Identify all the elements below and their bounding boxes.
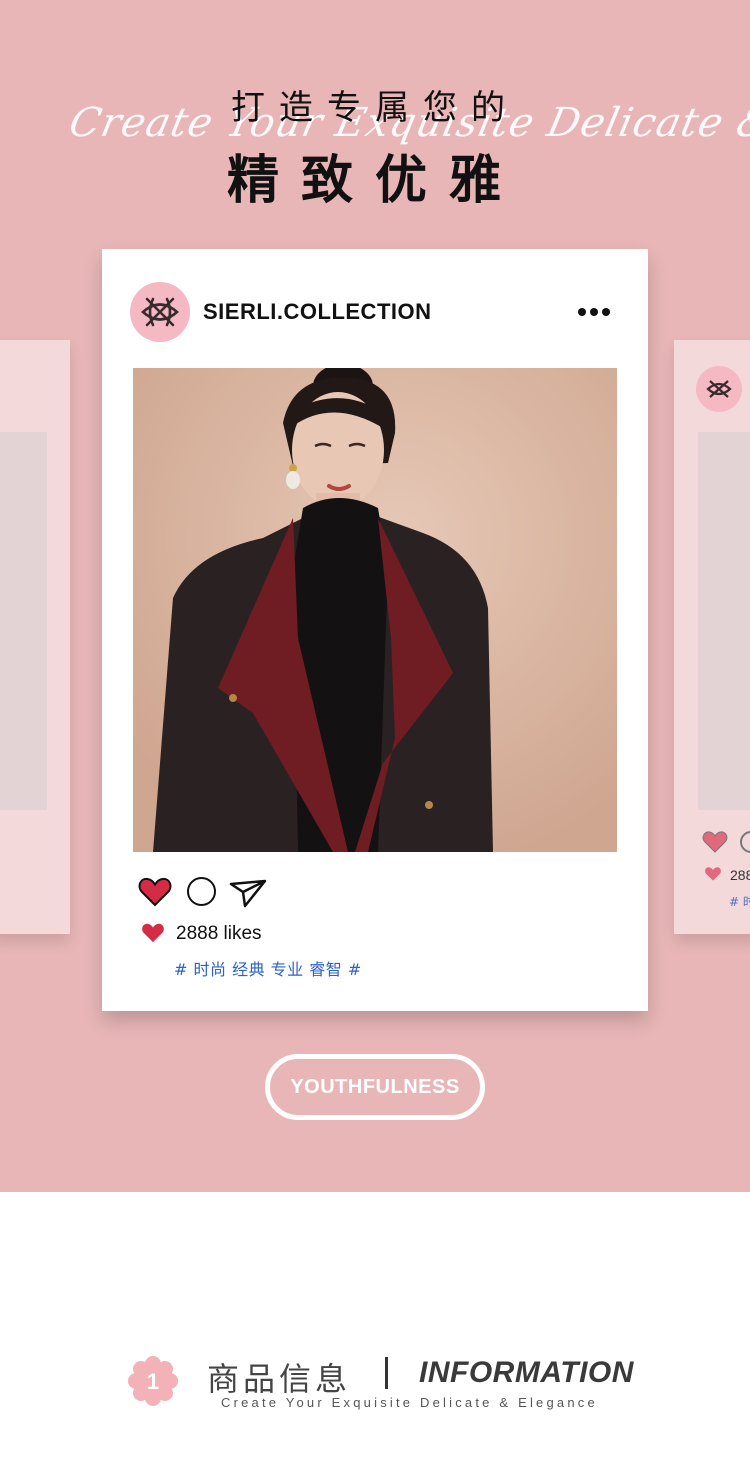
- section-number-badge: 1: [128, 1356, 178, 1406]
- side-small-heart-icon: [705, 867, 721, 881]
- section-subtitle: Create Your Exquisite Delicate & Eleganc…: [221, 1395, 598, 1410]
- side-avatar-logo-icon: [696, 366, 742, 412]
- comment-circle-icon[interactable]: [187, 877, 216, 906]
- side-card-photo: [0, 432, 47, 810]
- post-username[interactable]: SIERLI.COLLECTION: [203, 299, 432, 325]
- paper-plane-icon[interactable]: [229, 878, 267, 908]
- post-card: SIERLI.COLLECTION 2888 likes # 时尚 经典 专业 …: [102, 249, 648, 1011]
- hero-title-main: 精致优雅: [226, 151, 523, 211]
- side-heart-icon: [702, 831, 728, 853]
- side-hashtag: # 时: [729, 895, 750, 909]
- section-title-en: INFORMATION: [419, 1356, 634, 1389]
- more-dots-icon[interactable]: [574, 301, 614, 323]
- hero-section: Create Your Exquisite Delicate & Eleganc…: [0, 0, 750, 1192]
- side-comment-icon: [740, 831, 750, 853]
- side-likes-count: 288: [730, 867, 750, 883]
- post-photo[interactable]: [133, 368, 617, 852]
- section-number: 1: [147, 1369, 159, 1394]
- sierli-logo-icon[interactable]: [130, 282, 190, 342]
- youthfulness-tag-button[interactable]: YOUTHFULNESS: [265, 1054, 485, 1120]
- heart-icon[interactable]: [138, 876, 172, 908]
- section-title-cn: 商品信息: [207, 1360, 352, 1398]
- side-card-left[interactable]: [0, 340, 70, 934]
- section-divider: [385, 1357, 388, 1389]
- likes-count: 2888 likes: [176, 923, 262, 944]
- youthfulness-label: YOUTHFULNESS: [290, 1075, 460, 1098]
- model-illustration: [133, 368, 617, 852]
- likes-heart-icon: [142, 923, 164, 943]
- side-card-photo: [698, 432, 750, 810]
- hero-title-top: 打造专属您的: [231, 88, 519, 128]
- side-card-right[interactable]: 288 # 时: [674, 340, 750, 934]
- post-hashtags[interactable]: # 时尚 经典 专业 睿智 #: [174, 956, 362, 980]
